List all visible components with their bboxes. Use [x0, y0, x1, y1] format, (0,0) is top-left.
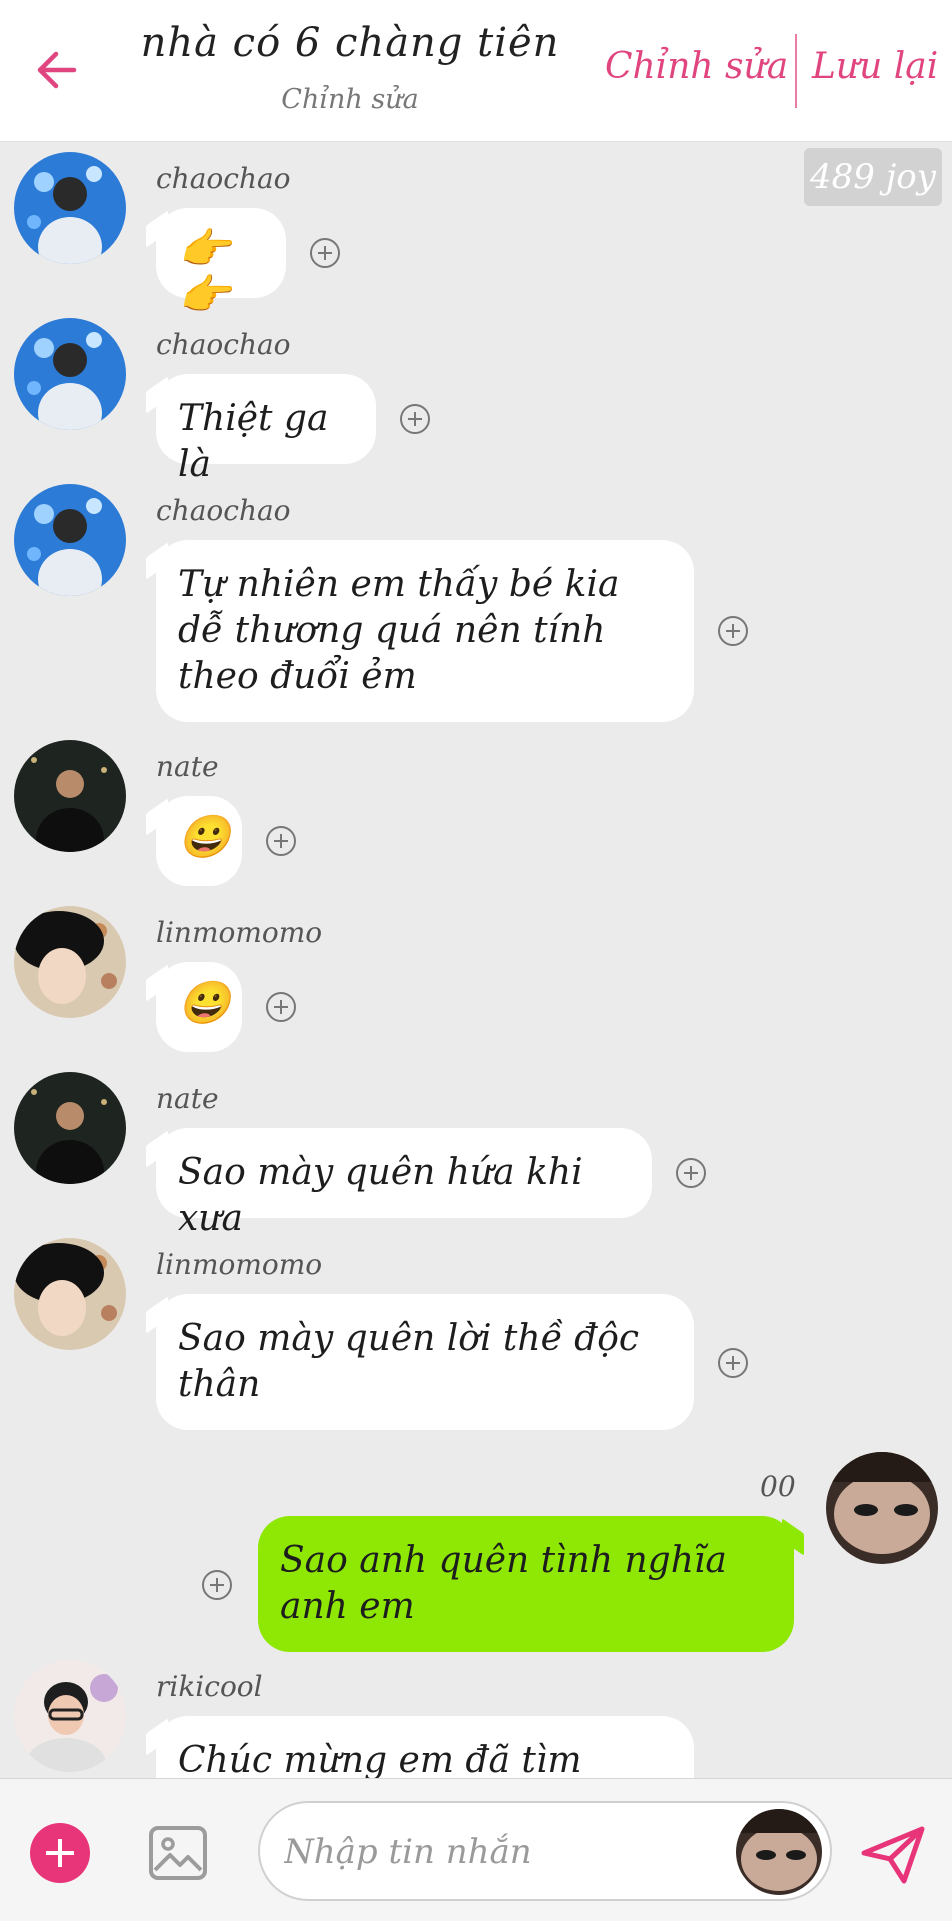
add-reaction-icon[interactable]	[718, 616, 748, 646]
message-bubble[interactable]: Chúc mừng em đã tìm được	[156, 1716, 694, 1778]
sender-name: linmomomo	[156, 1248, 323, 1281]
image-button[interactable]	[148, 1823, 208, 1883]
edit-button[interactable]: Chỉnh sửa	[605, 46, 788, 87]
image-icon	[149, 1826, 207, 1880]
avatar[interactable]	[14, 906, 126, 1018]
message-bubble[interactable]: 😀	[156, 796, 242, 886]
add-reaction-icon[interactable]	[718, 1348, 748, 1378]
sender-name: chaochao	[156, 162, 291, 195]
chat-subtitle: Chỉnh sửa	[281, 84, 419, 115]
message-bubble[interactable]: 😀	[156, 962, 242, 1052]
sender-name: nate	[156, 750, 219, 783]
add-button[interactable]	[30, 1823, 90, 1883]
avatar[interactable]	[826, 1452, 938, 1564]
send-button[interactable]	[858, 1819, 928, 1889]
message-bubble[interactable]: Sao anh quên tình nghĩa anh em	[258, 1516, 794, 1652]
add-reaction-icon[interactable]	[310, 238, 340, 268]
joy-badge: 489 joy	[804, 148, 942, 206]
chat-header: nhà có 6 chàng tiên Chỉnh sửa Chỉnh sửa …	[0, 0, 952, 142]
sender-name: rikicool	[156, 1670, 263, 1703]
message-bubble[interactable]: Thiệt ga là	[156, 374, 376, 485]
chat-area[interactable]: 489 joy chaochao 👉👉 chaochao Thiệt ga là…	[0, 142, 952, 1778]
arrow-left-icon	[37, 51, 77, 89]
avatar[interactable]	[14, 318, 126, 430]
back-button[interactable]	[24, 38, 88, 102]
send-icon	[861, 1826, 925, 1884]
message-input[interactable]	[282, 1821, 726, 1883]
message-bubble[interactable]: Sao mày quên lời thề độc thân	[156, 1294, 694, 1430]
message-bubble[interactable]: 👉👉	[156, 208, 286, 318]
save-button[interactable]: Lưu lại	[812, 46, 938, 87]
sender-name: 00	[760, 1470, 796, 1503]
sender-name: chaochao	[156, 494, 291, 527]
message-bubble[interactable]: Sao mày quên hứa khi xưa	[156, 1128, 652, 1239]
add-reaction-icon[interactable]	[266, 826, 296, 856]
avatar[interactable]	[14, 740, 126, 852]
message-bubble[interactable]: Tự nhiên em thấy bé kia dễ thương quá nê…	[156, 540, 694, 722]
persona-avatar[interactable]	[736, 1809, 822, 1895]
add-reaction-icon[interactable]	[400, 404, 430, 434]
add-reaction-icon[interactable]	[266, 992, 296, 1022]
avatar[interactable]	[14, 1660, 126, 1772]
chat-title: nhà có 6 chàng tiên	[140, 20, 560, 66]
add-reaction-icon[interactable]	[676, 1158, 706, 1188]
sender-name: linmomomo	[156, 916, 323, 949]
avatar[interactable]	[14, 152, 126, 264]
header-divider	[795, 34, 797, 108]
sender-name: chaochao	[156, 328, 291, 361]
sender-name: nate	[156, 1082, 219, 1115]
avatar[interactable]	[14, 484, 126, 596]
message-composer	[0, 1778, 952, 1921]
add-reaction-icon[interactable]	[202, 1570, 232, 1600]
message-input-wrapper	[258, 1801, 832, 1901]
avatar[interactable]	[14, 1072, 126, 1184]
avatar[interactable]	[14, 1238, 126, 1350]
